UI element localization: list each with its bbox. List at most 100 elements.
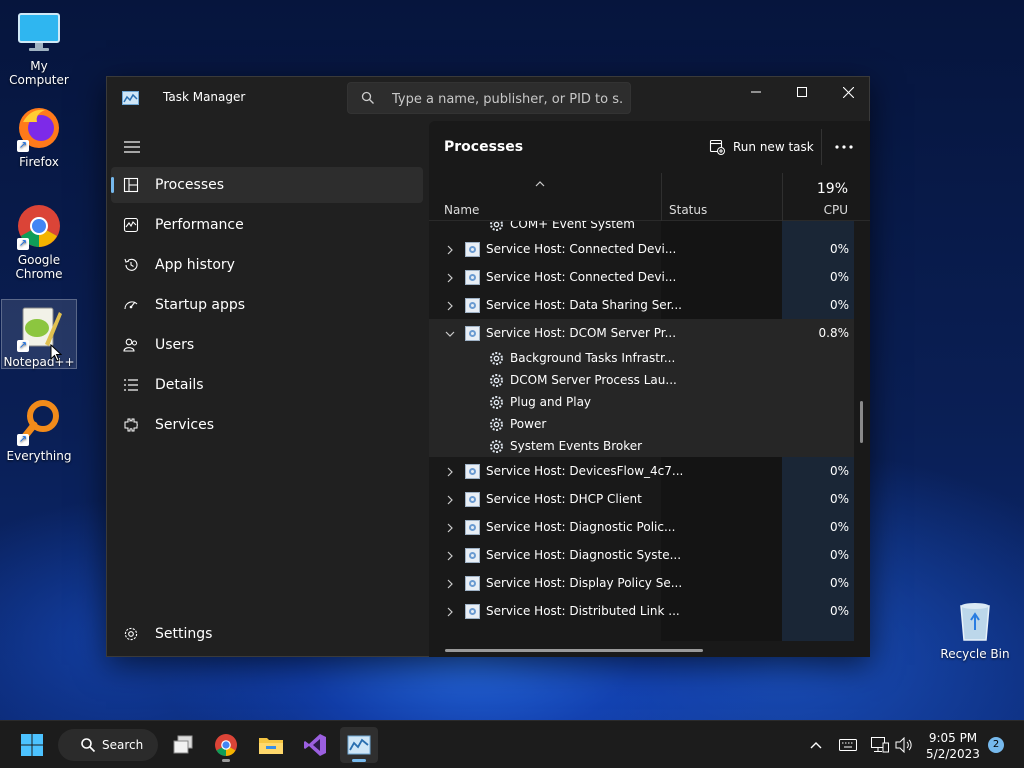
sidebar-item-startup-apps[interactable]: Startup apps: [111, 287, 423, 323]
service-row[interactable]: System Events Broker: [429, 435, 854, 457]
service-host-icon: [465, 520, 480, 535]
sidebar-item-app-history[interactable]: App history: [111, 247, 423, 283]
desktop-icon-chrome[interactable]: ↗ Google Chrome: [1, 202, 77, 281]
sidebar-item-label: Settings: [155, 626, 213, 642]
chevron-right-icon[interactable]: [445, 606, 455, 617]
sidebar-item-services[interactable]: Services: [111, 407, 423, 443]
service-row[interactable]: Power: [429, 413, 854, 435]
process-cpu: 0%: [829, 548, 849, 562]
service-host-icon: [465, 492, 480, 507]
hamburger-menu-button[interactable]: [121, 139, 143, 155]
sidebar-item-details[interactable]: Details: [111, 367, 423, 403]
sort-ascending-icon[interactable]: [535, 177, 545, 187]
start-button[interactable]: [13, 727, 51, 763]
sidebar-item-users[interactable]: Users: [111, 327, 423, 363]
process-row-partial[interactable]: [429, 625, 854, 641]
desktop-icon-recycle-bin[interactable]: Recycle Bin: [937, 596, 1013, 661]
chevron-right-icon[interactable]: [445, 522, 455, 533]
task-manager-icon: [347, 735, 371, 755]
taskbar-task-manager[interactable]: [340, 727, 378, 763]
service-host-icon: [465, 576, 480, 591]
column-header-name[interactable]: Name: [444, 203, 479, 217]
process-row[interactable]: Service Host: Distributed Link ... 0%: [429, 597, 854, 625]
chevron-right-icon[interactable]: [445, 578, 455, 589]
sidebar-item-processes[interactable]: Processes: [111, 167, 423, 203]
search-input[interactable]: [392, 89, 622, 109]
recycle-bin-icon: [951, 596, 999, 644]
shortcut-arrow-icon: ↗: [17, 140, 29, 152]
service-row[interactable]: Background Tasks Infrastr...: [429, 347, 854, 369]
gear-icon: [489, 395, 504, 410]
taskbar-file-explorer[interactable]: [252, 727, 290, 763]
everything-icon: ↗: [15, 398, 63, 446]
process-cpu: 0%: [829, 242, 849, 256]
service-host-icon: [465, 298, 480, 313]
service-row[interactable]: Plug and Play: [429, 391, 854, 413]
process-row[interactable]: Service Host: DHCP Client 0%: [429, 485, 854, 513]
sidebar-item-settings[interactable]: Settings: [111, 616, 423, 652]
process-name: System Events Broker: [510, 439, 643, 453]
keyboard-input-button[interactable]: [838, 735, 858, 755]
vertical-scrollbar-thumb[interactable]: [860, 401, 863, 443]
gear-icon: [123, 626, 139, 642]
processes-panel: Processes Run new task Name Status 19% C…: [429, 121, 870, 657]
chevron-right-icon[interactable]: [445, 300, 455, 311]
desktop-icon-notepadpp[interactable]: ↗ Notepad++: [1, 299, 77, 369]
header-separator: [821, 129, 822, 165]
title-bar[interactable]: Task Manager: [107, 77, 869, 121]
search-box[interactable]: [347, 82, 631, 114]
running-indicator: [352, 759, 366, 762]
maximize-button[interactable]: [779, 77, 825, 107]
column-header-status[interactable]: Status: [669, 203, 707, 217]
network-icon: [871, 737, 889, 753]
minimize-button[interactable]: [733, 77, 779, 107]
process-row[interactable]: Service Host: Diagnostic Syste... 0%: [429, 541, 854, 569]
process-row[interactable]: Service Host: DCOM Server Pr... 0.8%: [429, 319, 854, 347]
chevron-right-icon[interactable]: [445, 494, 455, 505]
cpu-total-percent: 19%: [816, 181, 848, 197]
show-hidden-icons-button[interactable]: [806, 735, 826, 755]
process-row[interactable]: Service Host: Connected Devi... 0%: [429, 263, 854, 291]
process-cpu: 0%: [829, 464, 849, 478]
taskbar-search-button[interactable]: Search: [58, 729, 158, 761]
close-button[interactable]: [825, 77, 871, 107]
sidebar-item-performance[interactable]: Performance: [111, 207, 423, 243]
horizontal-scrollbar-thumb[interactable]: [445, 649, 703, 652]
chevron-right-icon[interactable]: [445, 244, 455, 255]
taskbar-visual-studio[interactable]: [296, 727, 334, 763]
network-button[interactable]: [870, 735, 890, 755]
process-row[interactable]: Service Host: Connected Devi... 0%: [429, 235, 854, 263]
taskbar-chrome[interactable]: [207, 727, 245, 763]
process-name: Service Host: Distributed Link ...: [486, 604, 680, 618]
run-new-task-button[interactable]: Run new task: [709, 135, 814, 159]
desktop-icon-firefox[interactable]: ↗ Firefox: [1, 104, 77, 169]
process-name: Service Host: DHCP Client: [486, 492, 642, 506]
process-row[interactable]: Service Host: DevicesFlow_4c7... 0%: [429, 457, 854, 485]
process-list: COM+ Event System Service Host: Connected…: [429, 221, 854, 641]
chevron-up-icon: [810, 742, 822, 749]
chevron-down-icon[interactable]: [445, 328, 455, 338]
chevron-right-icon[interactable]: [445, 550, 455, 561]
process-name: Service Host: DevicesFlow_4c7...: [486, 464, 684, 478]
process-row[interactable]: Service Host: Display Policy Se... 0%: [429, 569, 854, 597]
desktop-icon-label: Notepad++: [3, 355, 75, 369]
column-header-cpu[interactable]: CPU: [824, 203, 848, 217]
service-row[interactable]: DCOM Server Process Lau...: [429, 369, 854, 391]
sidebar-item-label: App history: [155, 257, 235, 273]
service-row[interactable]: COM+ Event System: [429, 221, 854, 235]
column-divider: [661, 173, 662, 221]
desktop-icon-my-computer[interactable]: My Computer: [1, 8, 77, 87]
volume-button[interactable]: [894, 735, 914, 755]
desktop-icon-everything[interactable]: ↗ Everything: [1, 398, 77, 463]
maximize-icon: [797, 87, 807, 97]
process-row[interactable]: Service Host: Data Sharing Ser... 0%: [429, 291, 854, 319]
task-view-button[interactable]: [164, 727, 202, 763]
chevron-right-icon[interactable]: [445, 466, 455, 477]
chrome-icon: ↗: [15, 202, 63, 250]
taskbar-clock[interactable]: 9:05 PM 5/2/2023: [920, 730, 986, 762]
task-view-icon: [173, 735, 193, 754]
process-row[interactable]: Service Host: Diagnostic Polic... 0%: [429, 513, 854, 541]
chevron-right-icon[interactable]: [445, 272, 455, 283]
more-options-button[interactable]: [829, 135, 859, 159]
notification-badge[interactable]: 2: [988, 737, 1004, 753]
